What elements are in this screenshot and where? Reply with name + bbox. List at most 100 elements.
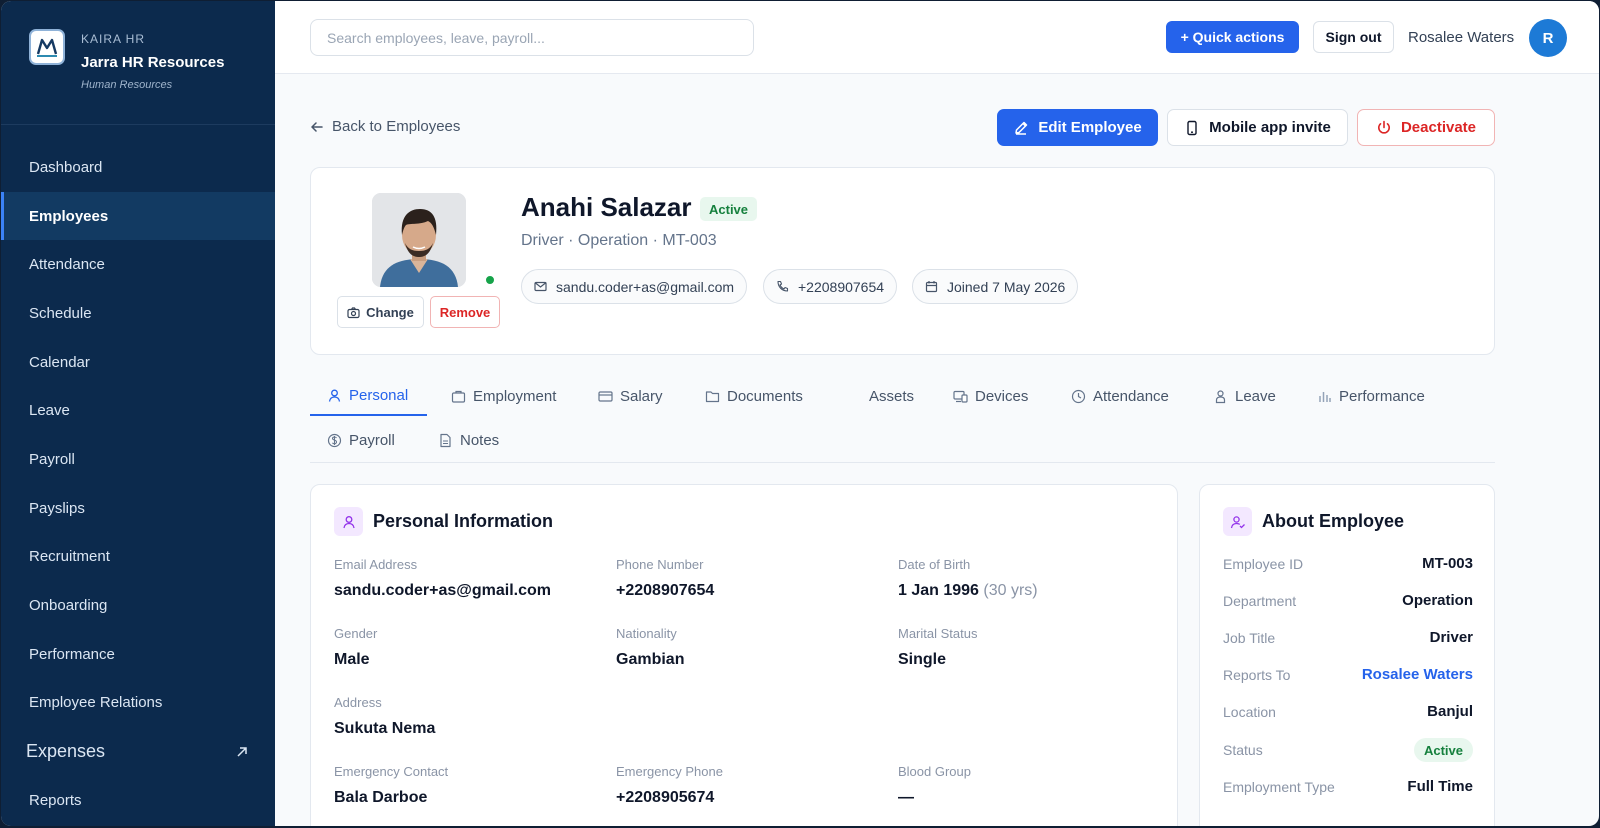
sidebar-item-employee-relations[interactable]: Employee Relations (1, 679, 275, 728)
brand: KAIRA HR Jarra HR Resources Human Resour… (29, 29, 224, 91)
sidebar-item-employees[interactable]: Employees (1, 191, 275, 241)
tab-label: Devices (975, 387, 1029, 405)
about-label: Location (1223, 703, 1276, 720)
email-chip[interactable]: sandu.coder+as@gmail.com (521, 269, 748, 304)
tab-assets[interactable]: Assets (869, 376, 914, 416)
sidebar-item-label: Employees (29, 207, 109, 225)
folder-icon (705, 390, 720, 402)
reports-to-link[interactable]: Rosalee Waters (1362, 666, 1473, 683)
phone-chip[interactable]: +2208907654 (763, 269, 898, 304)
sidebar-item-expenses[interactable]: Expenses (1, 727, 275, 776)
tab-attendance[interactable]: Attendance (1071, 376, 1169, 416)
field-label: Date of Birth (898, 557, 971, 572)
pencil-icon (1015, 121, 1028, 135)
tab-payroll[interactable]: Payroll (327, 420, 395, 460)
sidebar-item-leave[interactable]: Leave (1, 386, 275, 435)
sidebar-item-payroll[interactable]: Payroll (1, 435, 275, 484)
tab-performance[interactable]: Performance (1317, 376, 1425, 416)
camera-icon (347, 306, 360, 318)
company-logo-icon (36, 38, 58, 57)
sidebar-item-reports[interactable]: Reports (1, 776, 275, 825)
field-emergency-contact: Emergency Contact Bala Darboe (334, 764, 448, 807)
top-bar: + Quick actions Sign out Rosalee Waters … (275, 1, 1599, 74)
back-to-employees-link[interactable]: Back to Employees (310, 118, 460, 135)
calendar-icon (925, 281, 938, 293)
user-icon (328, 389, 341, 402)
about-label: Employment Type (1223, 778, 1335, 795)
tab-employment[interactable]: Employment (451, 376, 556, 416)
quick-actions-button[interactable]: + Quick actions (1166, 21, 1299, 53)
field-value: +2208907654 (616, 582, 715, 599)
edit-employee-label: Edit Employee (1038, 119, 1142, 136)
external-link-icon (237, 746, 247, 757)
credit-card-icon (598, 390, 613, 402)
field-label: Marital Status (898, 626, 978, 641)
field-label: Email Address (334, 557, 418, 572)
brand-subtitle: Human Resources (81, 79, 173, 91)
card-icon-badge (1223, 507, 1252, 536)
field-blood-group: Blood Group — (898, 764, 971, 807)
sidebar-nav: Dashboard Employees Attendance Schedule … (1, 143, 275, 825)
tab-salary[interactable]: Salary (598, 376, 663, 416)
employee-photo (372, 193, 466, 287)
clock-icon (1071, 389, 1086, 403)
sidebar-item-schedule[interactable]: Schedule (1, 289, 275, 338)
sidebar-item-attendance[interactable]: Attendance (1, 240, 275, 289)
sidebar-item-payslips[interactable]: Payslips (1, 484, 275, 533)
sidebar-item-recruitment[interactable]: Recruitment (1, 533, 275, 582)
sidebar-divider (1, 124, 275, 125)
field-value: sandu.coder+as@gmail.com (334, 582, 552, 599)
card-title: Personal Information (373, 511, 554, 531)
sidebar-item-onboarding[interactable]: Onboarding (1, 581, 275, 630)
sidebar-item-calendar[interactable]: Calendar (1, 338, 275, 387)
field-value: Bala Darboe (334, 789, 428, 806)
change-photo-button[interactable]: Change (337, 296, 424, 328)
tab-devices[interactable]: Devices (953, 376, 1028, 416)
mail-icon (534, 281, 547, 292)
about-row-status: Status Active (1223, 738, 1473, 762)
tab-notes[interactable]: Notes (438, 420, 499, 460)
joined-date-label: Joined 7 May 2026 (947, 278, 1066, 295)
field-address: Address Sukuta Nema (334, 695, 435, 738)
tab-label: Notes (460, 431, 500, 449)
field-value: Sukuta Nema (334, 720, 436, 737)
sidebar-item-dashboard[interactable]: Dashboard (1, 143, 275, 192)
tab-personal[interactable]: Personal (310, 376, 427, 416)
user-avatar[interactable]: R (1529, 19, 1567, 57)
employee-name: Anahi Salazar (521, 192, 692, 222)
devices-icon (953, 390, 968, 403)
about-label: Status (1223, 742, 1263, 758)
brand-name: Jarra HR Resources (81, 54, 225, 71)
sidebar: KAIRA HR Jarra HR Resources Human Resour… (1, 1, 275, 826)
tab-documents[interactable]: Documents (705, 376, 803, 416)
status-badge: Active (700, 197, 758, 221)
sidebar-item-label: Leave (29, 402, 70, 420)
app-window: KAIRA HR Jarra HR Resources Human Resour… (1, 1, 1599, 826)
field-value: Gambian (616, 651, 685, 668)
status-badge: Active (1413, 738, 1473, 762)
search-input[interactable] (310, 19, 754, 56)
field-date-of-birth: Date of Birth 1 Jan 1996 (30 yrs) (898, 557, 1038, 600)
about-row-employment-type: Employment Type Full Time (1223, 778, 1473, 795)
sidebar-item-performance[interactable]: Performance (1, 630, 275, 679)
sign-out-button[interactable]: Sign out (1313, 21, 1394, 53)
remove-photo-button[interactable]: Remove (430, 296, 500, 328)
tabs-divider (310, 462, 1495, 463)
dollar-circle-icon (327, 433, 342, 447)
mobile-app-invite-button[interactable]: Mobile app invite (1167, 109, 1348, 146)
card-header: About Employee (1223, 507, 1404, 536)
edit-employee-button[interactable]: Edit Employee (997, 109, 1158, 146)
about-row-reports-to: Reports To Rosalee Waters (1223, 666, 1473, 683)
sidebar-item-label: Schedule (29, 304, 92, 322)
field-nationality: Nationality Gambian (616, 626, 684, 669)
tab-label: Employment (473, 387, 557, 405)
field-value: Single (898, 651, 947, 668)
field-label: Address (334, 695, 382, 710)
tab-label: Personal (349, 386, 409, 404)
deactivate-button[interactable]: Deactivate (1357, 109, 1495, 146)
about-label: Department (1223, 592, 1297, 609)
about-value: Banjul (1427, 703, 1473, 720)
about-value: Driver (1429, 629, 1473, 646)
tab-leave[interactable]: Leave (1213, 376, 1276, 416)
tab-label: Documents (727, 387, 803, 405)
